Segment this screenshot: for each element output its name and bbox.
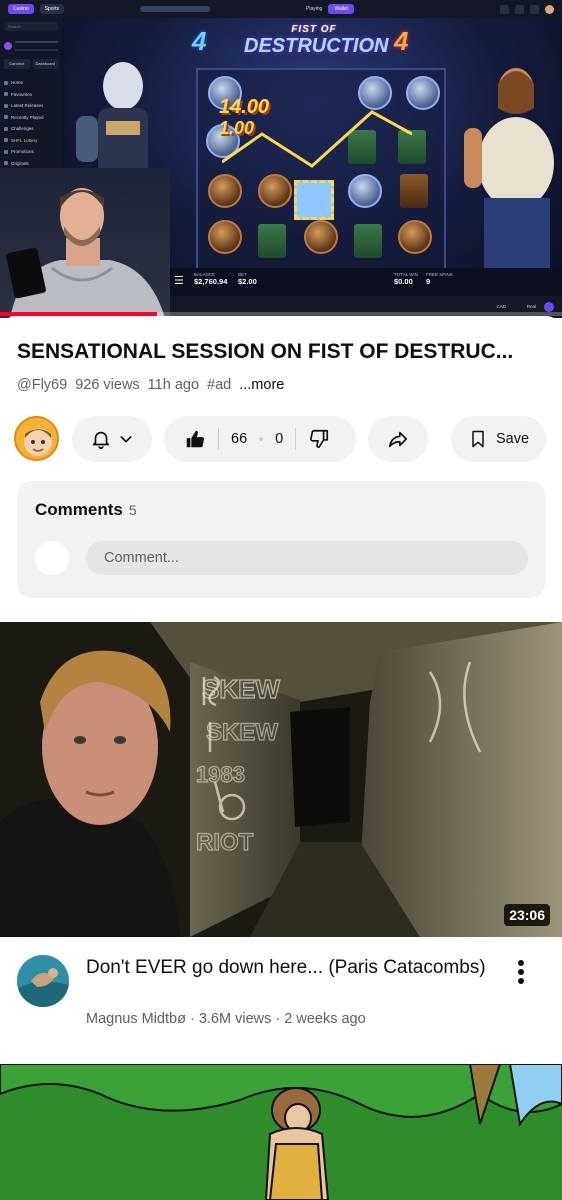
playing-label: Playing (306, 6, 323, 12)
connect-button: Connect (4, 59, 30, 69)
recommended-meta: Magnus Midtbø · 3.6M views · 2 weeks ago (86, 1011, 366, 1027)
sidebar-item-favourites: Favourites (4, 89, 58, 101)
graffiti-text-1: SKEW (202, 674, 280, 704)
graffiti-text-2: SKEW (206, 719, 278, 746)
recommended-views: 3.6M views (198, 1011, 272, 1027)
like-dislike-group: 66 0 (164, 416, 356, 462)
next-recommended-thumbnail[interactable] (0, 1064, 562, 1200)
duration-badge: 23:06 (504, 904, 550, 926)
dislike-count: 0 (275, 431, 284, 447)
my-avatar (35, 541, 69, 575)
share-button[interactable] (368, 416, 428, 462)
save-label: Save (495, 431, 530, 447)
left-multiplier: 4 (192, 26, 207, 56)
recommended-channel-avatar[interactable] (17, 955, 69, 1007)
video-meta[interactable]: @Fly69 926 views 11h ago #ad ...more (17, 377, 284, 393)
graffiti-text-3: 1983 (196, 762, 245, 787)
dashboard-button: Dashboard (32, 59, 58, 69)
channel-avatar[interactable] (14, 416, 59, 461)
view-count: 926 views (75, 377, 140, 393)
grid-icon (500, 4, 509, 14)
sidebar-item-promotions: Promotions (4, 146, 58, 158)
recommended-video-info[interactable]: Don't EVER go down here... (Paris Cataco… (0, 937, 562, 1062)
right-multiplier: 4 (394, 26, 409, 56)
video-player[interactable]: Casino Sports Playing Wallet Search Conn… (0, 0, 562, 318)
tab-casino: Casino (8, 4, 34, 14)
gift-icon (530, 4, 539, 14)
kebab-menu-icon[interactable] (506, 957, 536, 987)
chat-icon (515, 4, 524, 14)
comments-heading: Comments 5 (35, 500, 137, 519)
thumb-up-icon[interactable] (184, 428, 206, 450)
bookmark-icon (472, 430, 484, 448)
streamer-webcam (0, 168, 170, 318)
avatar (545, 4, 554, 14)
recommended-title[interactable]: Don't EVER go down here... (Paris Cataco… (86, 955, 486, 980)
more-link[interactable]: ...more (239, 377, 284, 393)
subscription-bell-button[interactable] (72, 416, 152, 462)
free-spins-value: 9 (426, 277, 431, 286)
sidebar-item-challenges: Challenges (4, 123, 58, 135)
bell-icon (92, 431, 110, 449)
channel-handle: @Fly69 (17, 377, 68, 393)
action-bar: 66 0 Save (14, 414, 548, 462)
total-win-value: $0.00 (394, 277, 413, 286)
support-icon (544, 302, 554, 312)
like-count: 66 (231, 431, 248, 447)
hamburger-menu-icon: ☰ (174, 275, 184, 287)
coin-icon (4, 42, 12, 50)
sidebar-item-latest: Latest Releases (4, 100, 58, 112)
wallet-button: Wallet (328, 4, 355, 14)
game-logo: FIST OF DESTRUCTION (244, 24, 389, 57)
hero-right-character (464, 68, 554, 270)
win-amount-small: 1.00 (219, 118, 255, 138)
hashtag[interactable]: #ad (207, 377, 231, 393)
sidebar-search: Search (4, 22, 58, 31)
sidebar-item-home: Home (4, 77, 58, 89)
upload-age: 11h ago (147, 377, 200, 393)
comment-input[interactable]: Comment... (86, 541, 528, 575)
chevron-down-icon (120, 436, 132, 443)
video-details: SENSATIONAL SESSION ON FIST OF DESTRUC..… (0, 316, 562, 618)
graffiti-text-4: RIOT (196, 829, 254, 856)
save-button[interactable]: Save (451, 416, 546, 462)
tab-sports: Sports (39, 4, 65, 14)
sidebar-item-recent: Recently Played (4, 112, 58, 124)
recommended-age: 2 weeks ago (284, 1011, 366, 1027)
comments-count: 5 (128, 502, 137, 518)
cartoon-thumbnail-image (0, 1064, 562, 1200)
casino-topbar: Casino Sports Playing Wallet (0, 0, 562, 18)
recommended-channel: Magnus Midtbø (86, 1011, 186, 1027)
share-icon (388, 431, 408, 448)
recommended-thumbnail[interactable]: SKEW SKEW 1983 RIOT 23:06 (0, 622, 562, 937)
thumb-down-icon[interactable] (308, 428, 330, 450)
video-title[interactable]: SENSATIONAL SESSION ON FIST OF DESTRUC..… (17, 340, 547, 364)
comments-panel[interactable]: Comments 5 Comment... (17, 481, 545, 598)
sidebar-balance (4, 37, 58, 55)
win-amount-big: 14.00 (219, 96, 270, 118)
balance-value: $2,760.94 (194, 277, 228, 286)
thumbnail-image: SKEW SKEW 1983 RIOT (0, 622, 562, 937)
bet-value: $2.00 (238, 277, 257, 286)
sidebar-item-lottery: SHFL Lottery (4, 135, 58, 147)
casino-logo (140, 6, 211, 12)
